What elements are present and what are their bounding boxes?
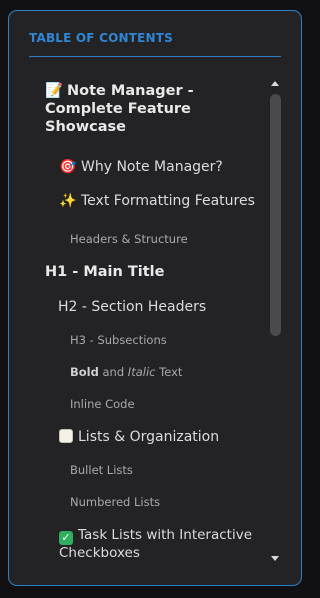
toc-item-label: H1 - Main Title: [45, 264, 165, 280]
toc-item-label: H2 - Section Headers: [58, 299, 207, 315]
toc-item-label-italic: Italic: [127, 365, 156, 379]
sparkles-icon: ✨: [59, 193, 77, 209]
memo-icon: 📝: [45, 83, 64, 99]
toc-panel: TABLE OF CONTENTS 📝 Note Manager - Comple…: [8, 10, 302, 586]
toc-item-label: Task Lists with Interactive Checkboxes: [59, 527, 253, 561]
scroll-up-arrow-icon[interactable]: [271, 81, 279, 86]
toc-item-label: H3 - Subsections: [70, 333, 167, 347]
toc-list: 📝 Note Manager - Complete Feature Showcas…: [9, 67, 279, 585]
toc-header: TABLE OF CONTENTS: [29, 31, 173, 45]
toc-item-headers-structure[interactable]: Headers & Structure: [70, 232, 188, 246]
toc-item-h3-subsections[interactable]: H3 - Subsections: [70, 333, 167, 347]
toc-item-label: Inline Code: [70, 397, 135, 411]
toc-item-label-bold: Bold: [70, 365, 99, 379]
scroll-down-arrow-icon[interactable]: [271, 556, 279, 561]
toc-item-label-mid: and: [98, 365, 128, 379]
toc-item-task-lists[interactable]: ✓ Task Lists with Interactive Checkboxes: [59, 527, 264, 562]
toc-item-why-note-manager[interactable]: 🎯 Why Note Manager?: [59, 159, 223, 175]
toc-item-h2-section-headers[interactable]: H2 - Section Headers: [58, 299, 206, 315]
toc-item-label-end: Text: [155, 365, 183, 379]
target-icon: 🎯: [59, 159, 77, 175]
check-box-icon: ✓: [59, 531, 73, 545]
toc-item-label: Note Manager - Complete Feature Showcase: [45, 83, 194, 135]
scroll-thumb[interactable]: [270, 94, 281, 336]
toc-item-text-formatting[interactable]: ✨ Text Formatting Features: [59, 193, 255, 209]
toc-item-label: Numbered Lists: [70, 495, 161, 509]
toc-item-numbered-lists[interactable]: Numbered Lists: [70, 495, 160, 509]
toc-item-label: Lists & Organization: [78, 429, 220, 445]
clipboard-icon: [59, 429, 73, 443]
toc-scrollbar[interactable]: [268, 77, 284, 565]
toc-item-label: Bullet Lists: [70, 463, 133, 477]
toc-item-lists-organization[interactable]: Lists & Organization: [59, 429, 219, 445]
toc-divider: [29, 56, 281, 57]
toc-item-note-manager[interactable]: 📝 Note Manager - Complete Feature Showcas…: [45, 82, 250, 136]
toc-item-bold-italic[interactable]: Bold and Italic Text: [70, 365, 182, 379]
toc-item-label: Headers & Structure: [70, 232, 188, 246]
toc-item-inline-code[interactable]: Inline Code: [70, 397, 135, 411]
toc-item-h1-main-title[interactable]: H1 - Main Title: [45, 264, 165, 280]
toc-item-label: Why Note Manager?: [81, 159, 223, 175]
toc-item-bullet-lists[interactable]: Bullet Lists: [70, 463, 133, 477]
toc-item-label: Text Formatting Features: [81, 193, 255, 209]
